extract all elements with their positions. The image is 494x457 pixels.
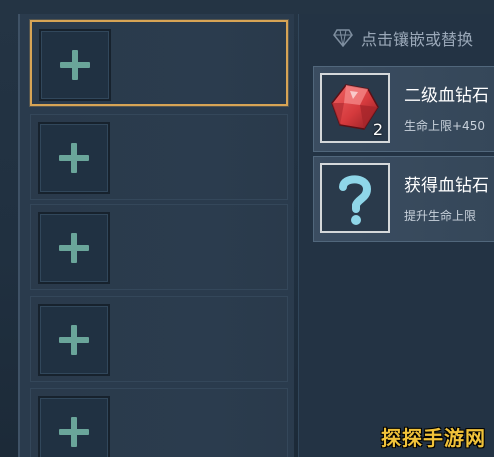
gem-quantity: 2 [372, 120, 383, 139]
obtain-gem-row[interactable]: 获得血钻石 提升生命上限 [313, 156, 494, 242]
diamond-outline-icon [333, 29, 353, 48]
gem-list-panel: 点击镶嵌或替换 2 二级血钻石 生命上限+450 获得血钻石 提升生命上限 [298, 14, 494, 457]
question-mark-icon [339, 175, 372, 225]
inlay-slot-4[interactable] [30, 296, 288, 382]
plus-icon [60, 50, 90, 80]
obtain-icon-box [320, 163, 390, 233]
plus-icon [59, 143, 89, 173]
site-watermark: 探探手游网 [381, 426, 486, 450]
plus-icon [59, 417, 89, 447]
gem-icon-box: 2 [320, 73, 390, 143]
gem-inlay-screen: 点击镶嵌或替换 2 二级血钻石 生命上限+450 获得血钻石 提升生命上限 探探… [0, 0, 494, 457]
slot-box[interactable] [39, 29, 111, 101]
gem-item-row[interactable]: 2 二级血钻石 生命上限+450 [313, 66, 494, 152]
plus-icon [59, 325, 89, 355]
inlay-slot-3[interactable] [30, 204, 288, 290]
obtain-gem-desc: 提升生命上限 [404, 209, 477, 223]
slot-box[interactable] [38, 212, 110, 284]
obtain-gem-title: 获得血钻石 [404, 176, 489, 196]
slot-box[interactable] [38, 396, 110, 457]
inlay-hint-text: 点击镶嵌或替换 [361, 30, 474, 49]
gem-item-title: 二级血钻石 [404, 86, 489, 106]
inlay-slot-2[interactable] [30, 114, 288, 200]
plus-icon [59, 233, 89, 263]
slot-box[interactable] [38, 304, 110, 376]
inlay-hint: 点击镶嵌或替换 [333, 26, 473, 50]
inlay-slot-5[interactable] [30, 388, 288, 457]
inlay-slot-panel [18, 14, 294, 457]
gem-item-desc: 生命上限+450 [404, 119, 485, 133]
inlay-slot-1[interactable] [30, 20, 288, 106]
slot-box[interactable] [38, 122, 110, 194]
